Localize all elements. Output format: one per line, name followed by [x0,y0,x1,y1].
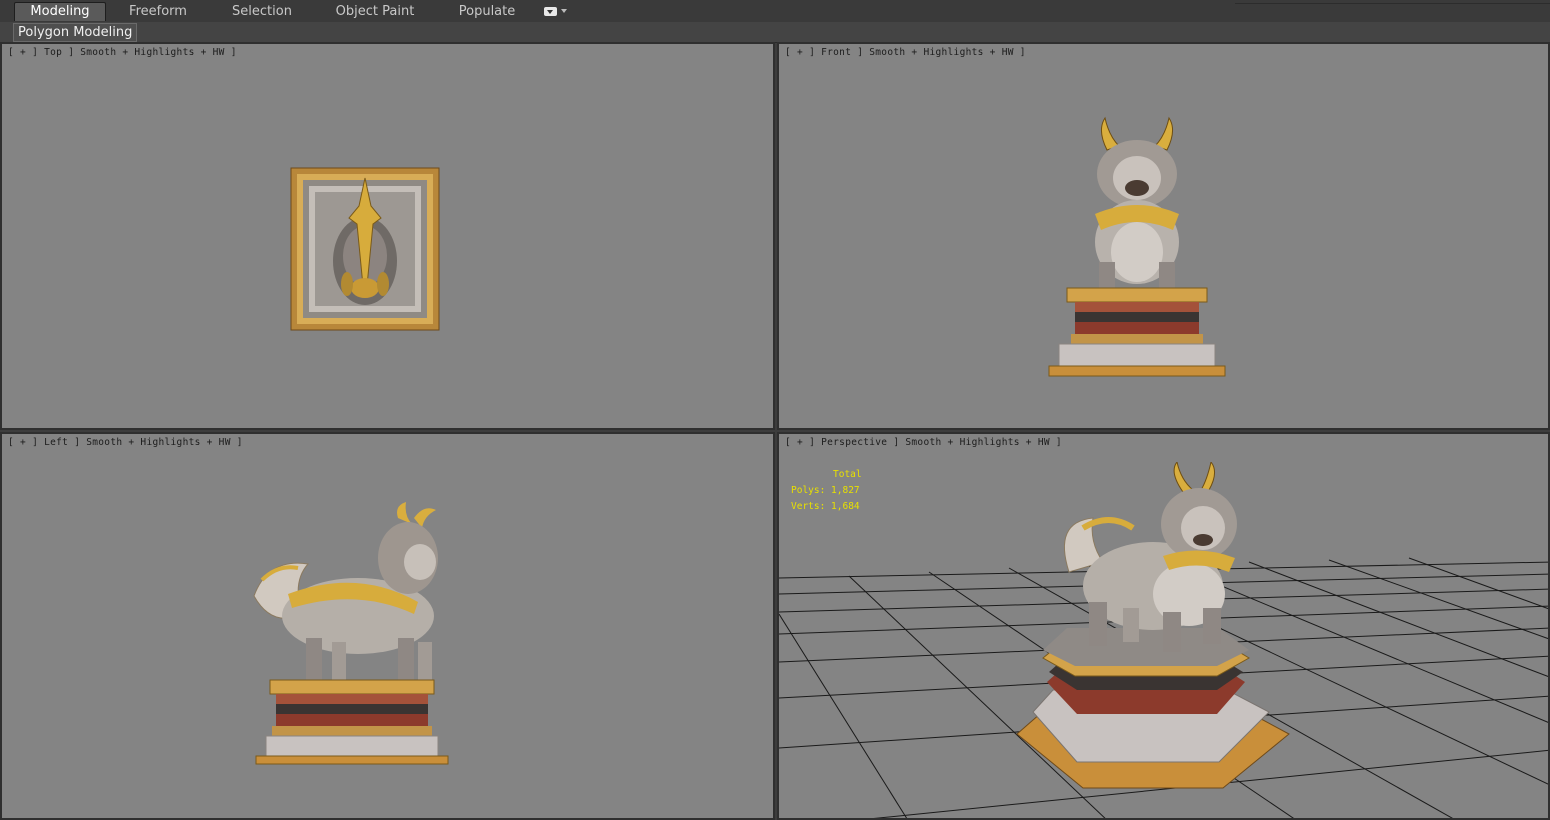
tab-populate[interactable]: Populate [452,3,522,21]
viewport-perspective[interactable]: [ + ] Perspective ] Smooth + Highlights … [777,432,1550,820]
ribbon-options-icon [544,7,557,16]
viewport-front-label[interactable]: [ + ] Front ] Smooth + Highlights + HW ] [785,47,1026,58]
statue-top-view [290,167,440,331]
tab-freeform[interactable]: Freeform [118,3,198,21]
ribbon-tab-bar: Modeling Freeform Selection Object Paint… [0,0,1550,23]
ribbon-options-dropdown[interactable] [544,6,567,18]
viewport-top-label[interactable]: [ + ] Top ] Smooth + Highlights + HW ] [8,47,237,58]
statue-perspective-view [1016,462,1290,789]
viewport-top[interactable]: [ + ] Top ] Smooth + Highlights + HW ] [0,42,775,430]
viewport-left-label[interactable]: [ + ] Left ] Smooth + Highlights + HW ] [8,437,243,448]
statue-left-view [253,502,449,765]
stats-verts: Verts: 1,684 [791,501,860,512]
viewport-perspective-label[interactable]: [ + ] Perspective ] Smooth + Highlights … [785,437,1062,448]
polygon-modeling-panel-button[interactable]: Polygon Modeling [13,23,138,42]
tab-selection[interactable]: Selection [222,3,302,21]
viewport-left[interactable]: [ + ] Left ] Smooth + Highlights + HW ] [0,432,775,820]
ribbon-divider [1235,3,1550,21]
stats-polys: Polys: 1,827 [791,485,860,496]
chevron-down-icon [561,9,567,13]
ribbon-panel-bar: Polygon Modeling [0,22,1550,43]
viewport-front[interactable]: [ + ] Front ] Smooth + Highlights + HW ] [777,42,1550,430]
tab-modeling[interactable]: Modeling [14,2,106,21]
tab-object-paint[interactable]: Object Paint [330,3,420,21]
stats-title: Total [833,469,862,480]
polygon-stats-overlay: Total Polys: 1,827 Verts: 1,684 [791,467,862,515]
statue-front-view [1048,116,1226,377]
